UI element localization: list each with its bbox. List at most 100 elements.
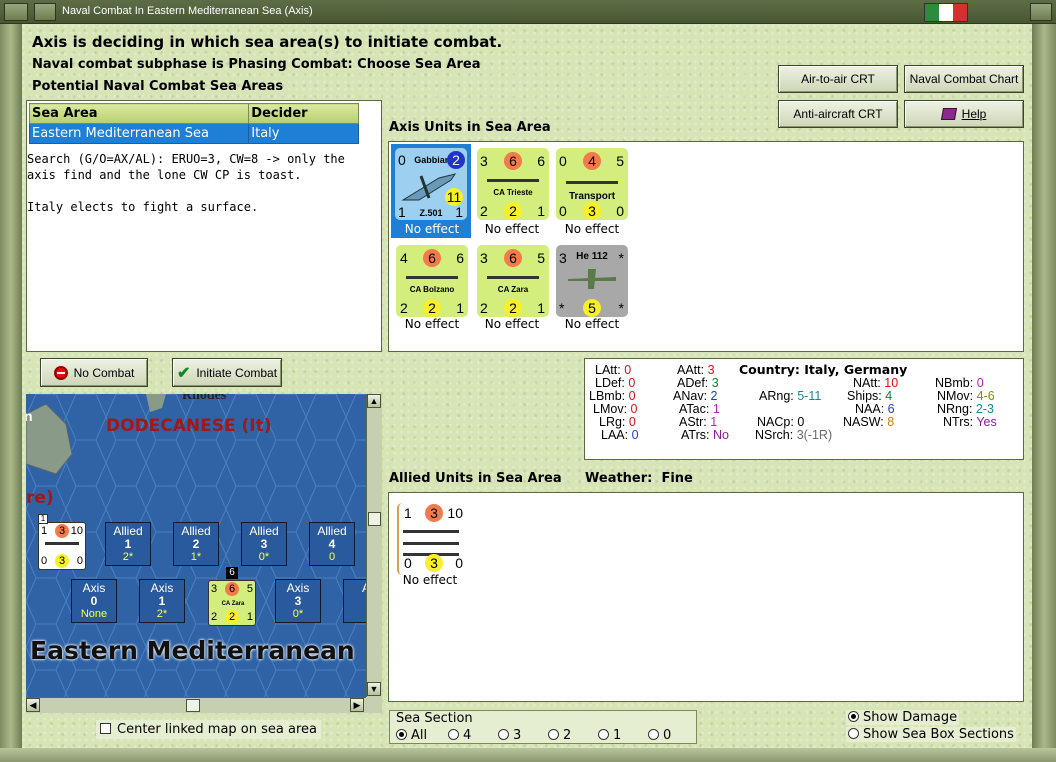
unit-stat: 2 xyxy=(400,300,408,316)
scroll-thumb[interactable] xyxy=(186,699,200,712)
axis-sea-box-1[interactable]: Axis 1 2* xyxy=(139,579,185,623)
stat-nbmb: NBmb: 0 xyxy=(935,376,984,390)
help-button[interactable]: Help xyxy=(904,100,1024,128)
unit-stat: 1 xyxy=(404,505,412,521)
axis-unit-counter[interactable]: 3 6 6 CA Trieste 2 2 1 xyxy=(477,148,549,220)
unit-name: CA Bolzano xyxy=(409,285,455,294)
allied-sea-box-3[interactable]: Allied 3 0* xyxy=(241,522,287,566)
axis-sea-box-0[interactable]: Axis 0 None xyxy=(71,579,117,623)
fighter-plane-icon xyxy=(568,269,616,289)
sea-section-3[interactable]: 3 xyxy=(498,728,521,743)
stat-nasw: NASW: 8 xyxy=(843,415,895,429)
unit-stats-panel: LAtt: 0 LDef: 0 LBmb: 0 LMov: 0 LRg: 0 L… xyxy=(584,358,1024,460)
map-horizontal-scrollbar[interactable]: ◀ ▶ xyxy=(26,697,366,713)
window-frame-bottom xyxy=(0,748,1056,762)
no-combat-button[interactable]: No Combat xyxy=(40,358,148,387)
axis-sea-box-3[interactable]: Axis 3 0* xyxy=(275,579,321,623)
unit-effect: No effect xyxy=(402,573,458,587)
show-damage-option[interactable]: Show Damage xyxy=(846,710,960,725)
allied-map-counter[interactable]: 1 3 10 0 3 0 xyxy=(38,522,86,570)
allied-sea-box-1[interactable]: Allied 1 2* xyxy=(105,522,151,566)
scroll-left-icon[interactable]: ◀ xyxy=(26,698,40,712)
map-vertical-scrollbar[interactable]: ▲ ▼ xyxy=(366,394,382,697)
axis-unit-counter[interactable]: 0 Gabbiano 2 11 1 Z.501 1 xyxy=(395,148,467,220)
table-row[interactable]: Eastern Mediterranean Sea Italy xyxy=(28,123,359,144)
stat-lrg: LRg: 0 xyxy=(599,415,636,429)
axis-unit-counter[interactable]: 4 6 6 CA Bolzano 2 2 1 xyxy=(396,245,468,317)
decider-header[interactable]: Decider xyxy=(248,103,359,124)
allied-sea-box-2[interactable]: Allied 2 1* xyxy=(173,522,219,566)
unit-stat: 2 xyxy=(504,299,522,317)
unit-stat: 6 xyxy=(537,153,545,169)
unit-stat: * xyxy=(559,300,565,316)
sea-areas-heading: Potential Naval Combat Sea Areas xyxy=(32,79,284,94)
axis-unit-counter[interactable]: 3 6 5 CA Zara 2 2 1 xyxy=(477,245,549,317)
log-line: Search (G/O=AX/AL): ERUO=3, CW=8 -> only… xyxy=(27,152,345,166)
show-sea-box-option[interactable]: Show Sea Box Sections xyxy=(846,727,1016,742)
warship-icon xyxy=(45,539,79,545)
unit-stat: 6 xyxy=(504,249,522,267)
initiate-combat-button[interactable]: ✔ Initiate Combat xyxy=(172,358,282,387)
sea-section-all[interactable]: All xyxy=(396,728,427,743)
warship-icon xyxy=(406,269,458,279)
stat-laa: LAA: 0 xyxy=(601,428,639,442)
stat-adef: ADef: 3 xyxy=(677,376,719,390)
allied-sea-box-4[interactable]: Allied 4 0 xyxy=(309,522,355,566)
minimize-button[interactable] xyxy=(34,3,56,21)
unit-stat: 0 xyxy=(76,555,83,567)
initiate-combat-label: Initiate Combat xyxy=(196,365,278,380)
no-combat-label: No Combat xyxy=(73,365,135,380)
unit-name: He 112 xyxy=(576,251,608,262)
axis-unit-counter[interactable]: 3 He 112 * * 5 * xyxy=(556,245,628,317)
unit-stat: 1 xyxy=(537,300,545,316)
map-partial-label: n xyxy=(26,408,33,424)
sea-section-1[interactable]: 1 xyxy=(598,728,621,743)
unit-stat: 1 xyxy=(41,525,48,537)
anti-aircraft-crt-button[interactable]: Anti-aircraft CRT xyxy=(778,100,898,128)
status-line: Axis is deciding in which sea area(s) to… xyxy=(32,33,503,51)
air-to-air-crt-button[interactable]: Air-to-air CRT xyxy=(778,65,898,93)
sea-section-2[interactable]: 2 xyxy=(548,728,571,743)
axis-unit-counter[interactable]: 0 4 5 Transport 0 3 0 xyxy=(556,148,628,220)
unit-stat: 3 xyxy=(425,504,443,522)
stat-nsrch: NSrch: 3(-1R) xyxy=(755,428,833,442)
axis-sea-box-4[interactable]: A xyxy=(343,579,366,623)
scroll-down-icon[interactable]: ▼ xyxy=(367,682,381,696)
stat-ldef: LDef: 0 xyxy=(595,376,636,390)
weather-label: Weather: Fine xyxy=(585,471,693,486)
close-button[interactable] xyxy=(1030,3,1052,21)
center-map-checkbox-row[interactable]: Center linked map on sea area xyxy=(96,720,321,739)
scroll-up-icon[interactable]: ▲ xyxy=(367,394,381,408)
sea-section-0[interactable]: 0 xyxy=(648,728,671,743)
sea-area-cell[interactable]: Eastern Mediterranean Sea xyxy=(28,123,250,144)
sea-section-4[interactable]: 4 xyxy=(448,728,471,743)
naval-combat-chart-button[interactable]: Naval Combat Chart xyxy=(904,65,1024,93)
unit-stat: 6 xyxy=(504,152,522,170)
axis-map-counter[interactable]: 3 6 5 CA Zara 2 2 1 xyxy=(208,580,256,626)
decider-cell[interactable]: Italy xyxy=(248,123,359,144)
center-map-label: Center linked map on sea area xyxy=(117,722,317,737)
stat-country: Country: Italy, Germany xyxy=(739,362,908,377)
unit-stat: 3 xyxy=(583,202,601,220)
unit-stat: 10 xyxy=(70,525,83,537)
stat-nrng: NRng: 2-3 xyxy=(937,402,994,416)
system-menu-button[interactable] xyxy=(4,3,28,21)
stat-natt: NAtt: 10 xyxy=(853,376,899,390)
stat-ships: Ships: 4 xyxy=(847,389,893,403)
unit-stat: 2 xyxy=(504,202,522,220)
unit-stat: 2 xyxy=(447,151,465,169)
sea-area-panel: Sea Area Decider Eastern Mediterranean S… xyxy=(26,100,382,352)
allied-units-heading: Allied Units in Sea Area xyxy=(389,471,562,486)
stat-ntrs: NTrs: Yes xyxy=(943,415,997,429)
stat-latt: LAtt: 0 xyxy=(595,363,632,377)
center-map-checkbox[interactable] xyxy=(100,723,111,734)
unit-stat: 0 xyxy=(559,203,567,219)
stack-count-badge: 6 xyxy=(226,567,238,579)
scroll-thumb[interactable] xyxy=(368,512,381,526)
allied-unit-counter[interactable]: 1 3 10 0 3 0 xyxy=(397,503,469,575)
window-frame-right xyxy=(1032,24,1056,762)
linked-map[interactable]: Rhodes n DODECANESE (It) re) 1 3 10 0 3 … xyxy=(26,394,366,697)
scroll-right-icon[interactable]: ▶ xyxy=(350,698,364,712)
italy-flag-icon xyxy=(924,3,968,22)
sea-area-header[interactable]: Sea Area xyxy=(28,103,250,124)
